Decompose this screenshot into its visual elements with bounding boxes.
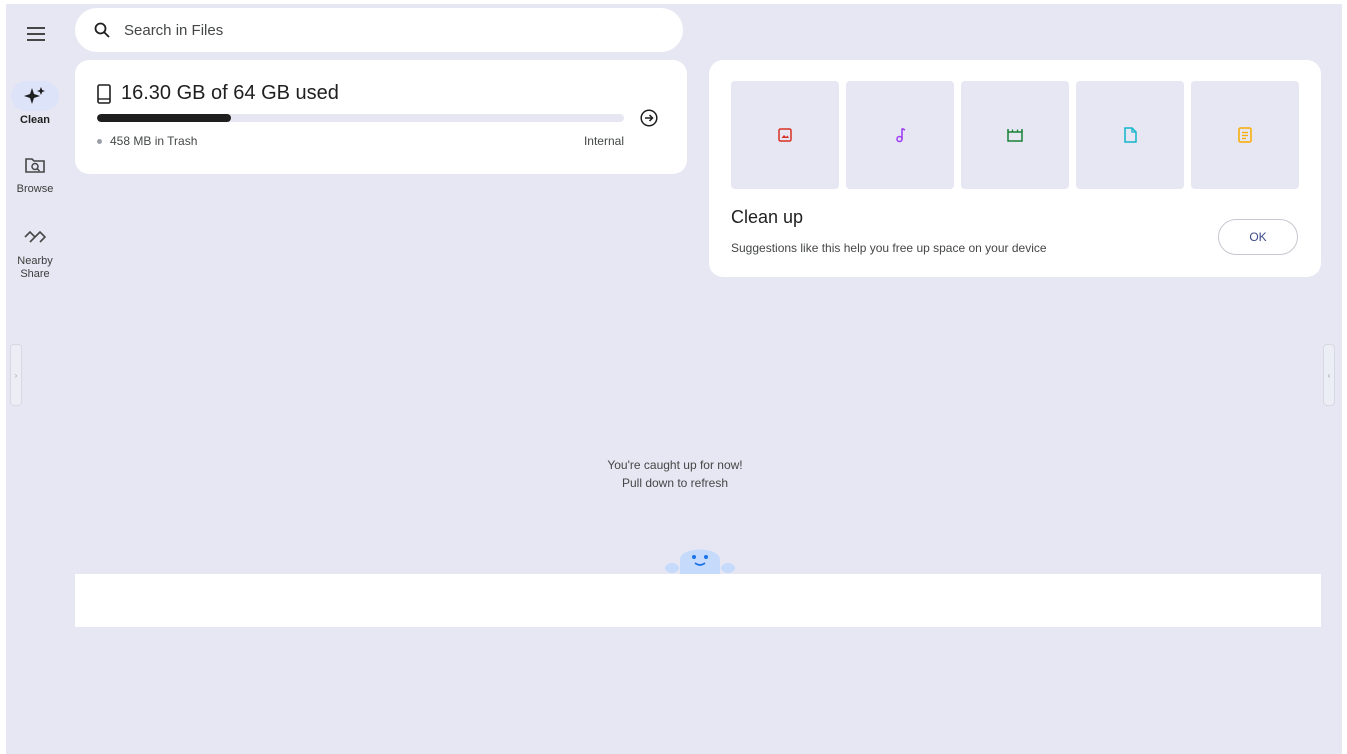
nav-label-clean: Clean xyxy=(20,114,50,126)
chevron-left-icon: ‹ xyxy=(1327,370,1331,380)
tile-audio xyxy=(846,81,954,189)
menu-button[interactable] xyxy=(24,22,48,46)
storage-card[interactable]: 16.30 GB of 64 GB used 458 MB in Trash I… xyxy=(75,60,687,174)
tile-notes xyxy=(1191,81,1299,189)
image-icon xyxy=(778,128,792,142)
chevron-right-icon: › xyxy=(14,370,18,380)
trash-dot-icon xyxy=(97,138,102,144)
bottom-sheet xyxy=(75,574,1321,627)
storage-progress-bar xyxy=(97,114,624,122)
cleanup-title: Clean up xyxy=(731,207,804,227)
storage-usage-title: 16.30 GB of 64 GB used xyxy=(121,82,339,104)
tile-documents xyxy=(1076,81,1184,189)
video-clapper-icon xyxy=(1007,129,1023,142)
search-icon xyxy=(93,21,111,39)
folder-search-icon xyxy=(11,150,59,180)
search-bar[interactable] xyxy=(75,8,683,52)
nav-item-clean[interactable]: Clean xyxy=(6,81,64,127)
music-note-icon xyxy=(896,127,906,143)
storage-location: Internal xyxy=(583,134,624,148)
search-input[interactable] xyxy=(122,20,646,40)
phone-icon xyxy=(97,83,111,104)
left-panel-handle[interactable]: › xyxy=(10,344,22,406)
cleanup-subtitle: Suggestions like this help you free up s… xyxy=(731,241,1047,255)
files-app: Clean Browse Nearby Share › ‹ Search in … xyxy=(6,4,1342,754)
storage-details-button[interactable] xyxy=(639,108,659,128)
trash-size: 458 MB in Trash xyxy=(110,134,198,148)
nav-label-nearby-share: Nearby Share xyxy=(17,255,53,280)
nav-item-nearby-share[interactable]: Nearby Share xyxy=(6,222,64,281)
arrow-circle-right-icon xyxy=(640,109,658,127)
empty-state-line1: You're caught up for now! xyxy=(607,458,743,472)
empty-state-line2: Pull down to refresh xyxy=(621,476,729,490)
right-panel-handle[interactable]: ‹ xyxy=(1323,344,1335,406)
notes-icon xyxy=(1238,127,1252,143)
sparkle-icon xyxy=(11,81,59,111)
nearby-share-icon xyxy=(11,222,59,252)
tile-videos xyxy=(961,81,1069,189)
cleanup-suggestion-card: Clean up Suggestions like this help you … xyxy=(709,60,1321,277)
hamburger-menu-icon xyxy=(27,27,45,41)
ok-button[interactable]: OK xyxy=(1218,219,1298,255)
document-icon xyxy=(1123,127,1137,143)
category-tiles xyxy=(731,81,1299,189)
storage-progress-fill xyxy=(97,114,232,122)
tile-images xyxy=(731,81,839,189)
empty-state-message: You're caught up for now! Pull down to r… xyxy=(475,456,875,492)
trash-info: 458 MB in Trash xyxy=(97,134,197,148)
nav-item-browse[interactable]: Browse xyxy=(6,150,64,196)
nav-label-browse: Browse xyxy=(16,183,54,195)
